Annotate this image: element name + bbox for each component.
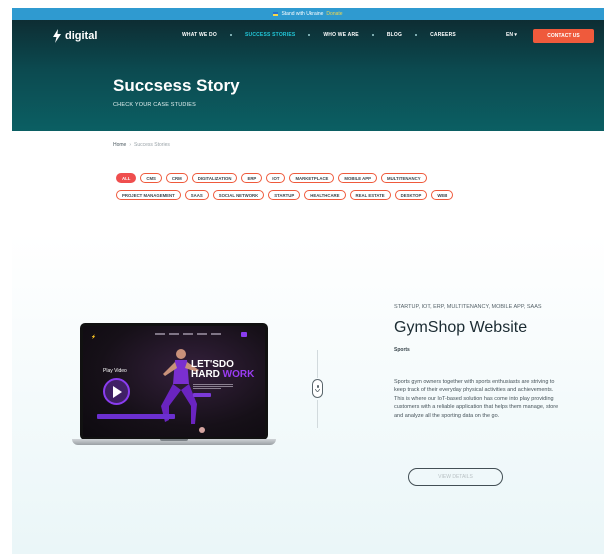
nav-separator [415,34,418,36]
filter-chip-digitalization[interactable]: DIGITALIZATION [191,173,238,183]
nav-separator [308,34,311,36]
scroll-divider-top [317,350,318,378]
chevron-down-icon [315,389,320,392]
laptop-screen-frame: ⚡ Play Video LET'SDO HARD WORK [80,323,268,440]
ukraine-flag-icon [273,12,279,16]
screen-headline: LET'SDO HARD WORK [191,360,254,380]
nav-success-stories[interactable]: SUCCESS STORIES [245,32,295,38]
logo-text: digital [65,30,98,42]
filter-chip-web[interactable]: WEB [431,190,454,200]
mini-logo-icon: ⚡ [91,334,96,339]
nav-blog[interactable]: BLOG [387,32,402,38]
scroll-divider-bottom [317,400,318,428]
banner-text: Stand with Ukraine [281,11,324,17]
page-subtitle: CHECK YOUR CASE STUDIES [113,102,197,108]
scroll-indicator[interactable] [312,379,323,398]
filter-chip-desktop[interactable]: DESKTOP [394,190,428,200]
main-nav: WHAT WE DO SUCCESS STORIES WHO WE ARE BL… [182,32,456,38]
filter-chip-project-management[interactable]: PROJECT MANAGEMENT [116,190,181,200]
language-selector[interactable]: EN ▾ [506,32,517,38]
filter-chip-healthcare[interactable]: HEALTHCARE [304,190,346,200]
hero-section: digital WHAT WE DO SUCCESS STORIES WHO W… [12,20,604,131]
headline-line-2b: WORK [222,369,255,380]
donate-link[interactable]: Donate [326,11,342,17]
filter-chip-saas[interactable]: SAAS [184,190,209,200]
filter-chip-social-network[interactable]: SOCIAL NETWORK [212,190,265,200]
nav-who-we-are[interactable]: WHO WE ARE [323,32,358,38]
filter-row-2: PROJECT MANAGEMENT SAAS SOCIAL NETWORK S… [116,190,496,200]
screen-avatar [199,427,205,433]
filter-chip-startup[interactable]: STARTUP [268,190,301,200]
breadcrumb-current: Success Stories [134,142,170,148]
nav-separator [229,34,232,36]
laptop-mockup-image: ⚡ Play Video LET'SDO HARD WORK [72,323,276,453]
screen-cta [193,393,211,397]
filter-chip-multitenancy[interactable]: MULTITENANCY [381,173,427,183]
mini-nav [155,333,243,337]
screen-tagline [193,384,233,390]
filter-chip-erp[interactable]: ERP [241,173,263,183]
lightning-logo-icon [53,29,61,43]
play-icon [103,378,130,405]
filter-chip-iot[interactable]: IOT [266,173,286,183]
headline-line-2a: HARD [191,369,223,380]
site-logo[interactable]: digital [52,29,97,43]
filter-row-1: ALL CMS CRM DIGITALIZATION ERP IOT MARKE… [116,173,496,183]
nav-what-we-do[interactable]: WHAT WE DO [182,32,217,38]
breadcrumb: Home › Success Stories [113,142,170,148]
website-screenshot: ⚡ Play Video LET'SDO HARD WORK [83,326,265,437]
filter-chip-mobile-app[interactable]: MOBILE APP [338,173,378,183]
page-title: Succsess Story [113,76,240,95]
filter-chip-cms[interactable]: CMS [140,173,162,183]
case-tags: STARTUP, IOT, ERP, MULTITENANCY, MOBILE … [394,304,542,310]
filter-chip-all[interactable]: ALL [116,173,137,183]
view-details-button[interactable]: VIEW DETAILS [408,468,503,486]
case-info: STARTUP, IOT, ERP, MULTITENANCY, MOBILE … [394,303,564,420]
nav-separator [371,34,374,36]
top-navigation: digital WHAT WE DO SUCCESS STORIES WHO W… [12,20,604,54]
contact-us-button[interactable]: CONTACT US [533,29,594,43]
case-category: Sports [394,347,410,353]
screen-progress-bar [97,414,175,419]
scroll-dot-icon [316,385,319,388]
filter-chip-crm[interactable]: CRM [165,173,188,183]
breadcrumb-separator: › [129,142,132,148]
mini-button [241,332,247,337]
ukraine-banner[interactable]: Stand with Ukraine Donate [12,8,604,20]
play-video-label: Play Video [103,368,127,374]
breadcrumb-home[interactable]: Home [113,142,126,148]
case-title: GymShop Website [394,319,528,336]
nav-careers[interactable]: CAREERS [430,32,456,38]
case-study-section: ⚡ Play Video LET'SDO HARD WORK STARTUP, … [12,233,604,554]
case-description: Sports gym owners together with sports e… [394,379,559,419]
laptop-notch [160,439,188,441]
filter-chip-marketplace[interactable]: MARKETPLACE [289,173,335,183]
filter-chip-real-estate[interactable]: REAL ESTATE [349,190,391,200]
